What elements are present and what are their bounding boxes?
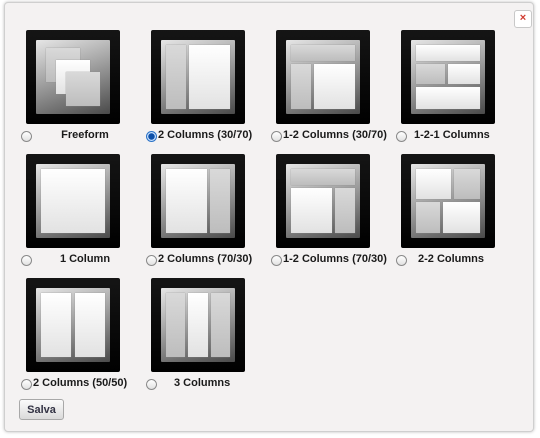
layout-thumbnail-2-columns-50-50[interactable]: [26, 278, 120, 372]
layout-thumbnail-3-columns[interactable]: [151, 278, 245, 372]
close-button[interactable]: ×: [514, 10, 532, 28]
layout-radio-2-columns-50-50[interactable]: [21, 379, 32, 390]
layout-option-2-columns-70-30: 2 Columns (70/30): [144, 154, 262, 272]
layout-label-2-columns-50-50: 2 Columns (50/50): [33, 377, 128, 389]
layout-option-freeform: Freeform: [19, 30, 137, 148]
layout-label-1-2-1-columns: 1-2-1 Columns: [414, 129, 490, 141]
layout-radio-1-2-columns-30-70[interactable]: [271, 131, 282, 142]
layout-option-1-2-columns-30-70: 1-2 Columns (30/70): [269, 30, 387, 148]
layout-grid: Freeform 2 Columns (30/70) 1-2 Columns (…: [19, 30, 519, 395]
layout-label-3-columns: 3 Columns: [174, 377, 231, 389]
layout-radio-freeform[interactable]: [21, 131, 32, 142]
layout-radio-2-2-columns[interactable]: [396, 255, 407, 266]
layout-radio-3-columns[interactable]: [146, 379, 157, 390]
layout-dialog: × Freeform 2 Columns (30/70) 1-2 Columns…: [4, 2, 534, 432]
layout-radio-1-2-columns-70-30[interactable]: [271, 255, 282, 266]
layout-radio-2-columns-70-30[interactable]: [146, 255, 157, 266]
layout-thumbnail-1-2-1-columns[interactable]: [401, 30, 495, 124]
layout-thumbnail-1-2-columns-30-70[interactable]: [276, 30, 370, 124]
freeform-preview: [36, 40, 110, 114]
layout-label-1-column: 1 Column: [59, 253, 111, 265]
layout-label-2-columns-30-70: 2 Columns (30/70): [158, 129, 253, 141]
layout-option-1-2-1-columns: 1-2-1 Columns: [394, 30, 512, 148]
layout-label-freeform: Freeform: [61, 129, 109, 141]
layout-label-2-2-columns: 2-2 Columns: [418, 253, 485, 265]
layout-label-1-2-columns-70-30: 1-2 Columns (70/30): [283, 253, 387, 265]
layout-thumbnail-2-columns-30-70[interactable]: [151, 30, 245, 124]
layout-label-1-2-columns-30-70: 1-2 Columns (30/70): [283, 129, 387, 141]
layout-option-2-columns-50-50: 2 Columns (50/50): [19, 278, 137, 396]
layout-option-1-column: 1 Column: [19, 154, 137, 272]
layout-radio-1-2-1-columns[interactable]: [396, 131, 407, 142]
layout-option-2-2-columns: 2-2 Columns: [394, 154, 512, 272]
layout-option-3-columns: 3 Columns: [144, 278, 262, 396]
layout-label-2-columns-70-30: 2 Columns (70/30): [158, 253, 253, 265]
layout-option-2-columns-30-70: 2 Columns (30/70): [144, 30, 262, 148]
layout-option-1-2-columns-70-30: 1-2 Columns (70/30): [269, 154, 387, 272]
layout-radio-1-column[interactable]: [21, 255, 32, 266]
save-button[interactable]: Salva: [19, 399, 64, 420]
layout-thumbnail-freeform[interactable]: [26, 30, 120, 124]
layout-thumbnail-2-columns-70-30[interactable]: [151, 154, 245, 248]
layout-thumbnail-2-2-columns[interactable]: [401, 154, 495, 248]
layout-thumbnail-1-column[interactable]: [26, 154, 120, 248]
layout-radio-2-columns-30-70[interactable]: [146, 131, 157, 142]
layout-thumbnail-1-2-columns-70-30[interactable]: [276, 154, 370, 248]
